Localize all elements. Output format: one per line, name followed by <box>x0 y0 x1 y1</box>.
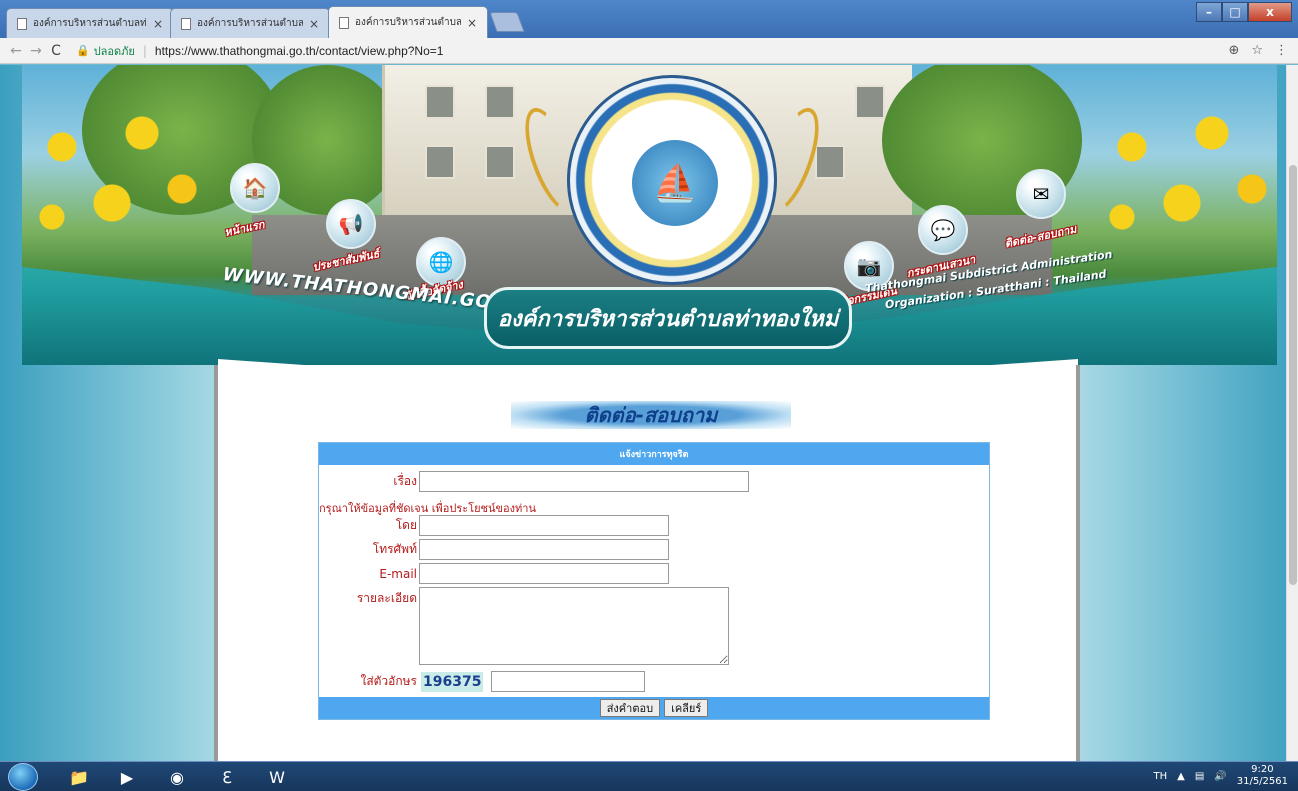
email-row: E-mail <box>319 563 669 584</box>
home-icon[interactable]: 🏠 <box>230 163 280 213</box>
system-tray: TH ▲ ▤ 🔊 9:20 31/5/2561 <box>1153 764 1288 788</box>
clock-time: 9:20 <box>1251 764 1274 775</box>
page-icon <box>339 16 349 29</box>
close-tab-icon[interactable]: × <box>467 16 477 30</box>
start-button[interactable] <box>8 763 38 791</box>
media-player-icon[interactable]: ▶ <box>112 765 142 789</box>
detail-row: รายละเอียด <box>319 587 729 665</box>
close-window-button[interactable]: x <box>1248 2 1292 22</box>
security-label[interactable]: ปลอดภัย <box>94 42 135 60</box>
tray-expand-icon[interactable]: ▲ <box>1177 771 1185 782</box>
lock-icon[interactable]: 🔒 <box>76 44 90 57</box>
bookmark-star-icon[interactable]: ☆ <box>1251 43 1263 58</box>
captcha-code: 196375 <box>421 671 483 692</box>
clock[interactable]: 9:20 31/5/2561 <box>1237 764 1288 788</box>
reload-icon[interactable]: C <box>46 43 66 59</box>
browser-tab-2[interactable]: องค์การบริหารส่วนตำบลท่าท × <box>170 8 330 38</box>
email-label: E-mail <box>379 566 417 581</box>
subject-label: เรื่อง <box>393 474 417 488</box>
email-input[interactable] <box>419 563 669 584</box>
scrollbar-thumb[interactable] <box>1289 165 1297 585</box>
tab-title: องค์การบริหารส่วนตำบลท่าท <box>197 18 303 29</box>
by-input[interactable] <box>419 515 669 536</box>
org-name-thai: องค์การบริหารส่วนตำบลท่าทองใหม่ <box>497 306 839 332</box>
zoom-icon[interactable]: ⊕ <box>1228 43 1239 58</box>
site-banner: ⛵ 🏠 หน้าแรก 📢 ประชาสัมพันธ์ 🌐 จัดซื้อจัด… <box>22 65 1277 365</box>
new-tab-button[interactable] <box>489 12 525 32</box>
captcha-input[interactable] <box>491 671 645 692</box>
file-explorer-icon[interactable]: 📁 <box>64 765 94 789</box>
network-icon[interactable]: ▤ <box>1195 771 1204 782</box>
detail-label: รายละเอียด <box>356 591 417 605</box>
browser-tab-bar: องค์การบริหารส่วนตำบลท่าท × องค์การบริหา… <box>0 0 1298 38</box>
page-scrollbar[interactable] <box>1286 65 1298 761</box>
contact-form: แจ้งข่าวการทุจริต เรื่อง กรุณาให้ข้อมูลท… <box>318 442 990 720</box>
window-controls: – □ x <box>1196 2 1292 22</box>
subject-row: เรื่อง <box>319 471 749 492</box>
page-icon <box>17 17 27 30</box>
phone-input[interactable] <box>419 539 669 560</box>
subject-input[interactable] <box>419 471 749 492</box>
forward-icon[interactable]: → <box>26 43 46 59</box>
org-seal-logo: ⛵ <box>567 75 777 285</box>
captcha-row: ใส่ตัวอักษร 196375 <box>319 671 645 692</box>
detail-textarea[interactable] <box>419 587 729 665</box>
section-title-text: ติดต่อ-สอบถาม <box>584 403 718 427</box>
main-content: ติดต่อ-สอบถาม แจ้งข่าวการทุจริต เรื่อง ก… <box>214 365 1080 761</box>
submit-button[interactable]: ส่งคำตอบ <box>599 699 661 717</box>
maximize-button[interactable]: □ <box>1222 2 1248 22</box>
news-icon[interactable]: 📢 <box>326 199 376 249</box>
forum-icon[interactable]: 💬 <box>918 205 968 255</box>
phone-label: โทรศัพท์ <box>372 542 417 556</box>
ship-icon: ⛵ <box>632 140 718 226</box>
word-icon[interactable]: W <box>262 765 292 789</box>
page-viewport: ⛵ 🏠 หน้าแรก 📢 ประชาสัมพันธ์ 🌐 จัดซื้อจัด… <box>0 65 1298 761</box>
internet-explorer-icon[interactable]: ℇ <box>212 765 242 789</box>
address-bar: ← → C 🔒 ปลอดภัย | https://www.thathongma… <box>0 38 1298 64</box>
windows-taskbar: 📁 ▶ ◉ ℇ W TH ▲ ▤ 🔊 9:20 31/5/2561 <box>0 761 1298 791</box>
tab-title: องค์การบริหารส่วนตำบลท่าท <box>355 17 461 28</box>
flowers-image <box>1092 105 1277 245</box>
phone-row: โทรศัพท์ <box>319 539 669 560</box>
form-header: แจ้งข่าวการทุจริต <box>319 443 989 465</box>
volume-icon[interactable]: 🔊 <box>1214 771 1226 782</box>
menu-icon[interactable]: ⋮ <box>1275 43 1288 58</box>
divider: | <box>142 43 147 58</box>
form-footer: ส่งคำตอบ เคลียร์ <box>319 697 989 719</box>
page-icon <box>181 17 191 30</box>
org-name-plate: องค์การบริหารส่วนตำบลท่าทองใหม่ <box>484 287 852 349</box>
captcha-label: ใส่ตัวอักษร <box>360 674 417 688</box>
by-label: โดย <box>395 518 417 532</box>
mail-icon[interactable]: ✉ <box>1016 169 1066 219</box>
close-tab-icon[interactable]: × <box>309 17 319 31</box>
language-indicator[interactable]: TH <box>1153 771 1167 782</box>
browser-tab-1[interactable]: องค์การบริหารส่วนตำบลท่าท × <box>6 8 174 38</box>
url-field[interactable]: https://www.thathongmai.go.th/contact/vi… <box>155 44 444 58</box>
clock-date: 31/5/2561 <box>1236 776 1288 787</box>
minimize-button[interactable]: – <box>1196 2 1222 22</box>
chrome-icon[interactable]: ◉ <box>162 765 192 789</box>
back-icon[interactable]: ← <box>6 43 26 59</box>
browser-tab-3[interactable]: องค์การบริหารส่วนตำบลท่าท × <box>328 6 488 38</box>
close-tab-icon[interactable]: × <box>153 17 163 31</box>
tab-title: องค์การบริหารส่วนตำบลท่าท <box>33 18 147 29</box>
section-title: ติดต่อ-สอบถาม <box>511 401 791 429</box>
by-row: โดย <box>319 515 669 536</box>
clear-button[interactable]: เคลียร์ <box>664 699 709 717</box>
flowers-image <box>22 105 222 245</box>
